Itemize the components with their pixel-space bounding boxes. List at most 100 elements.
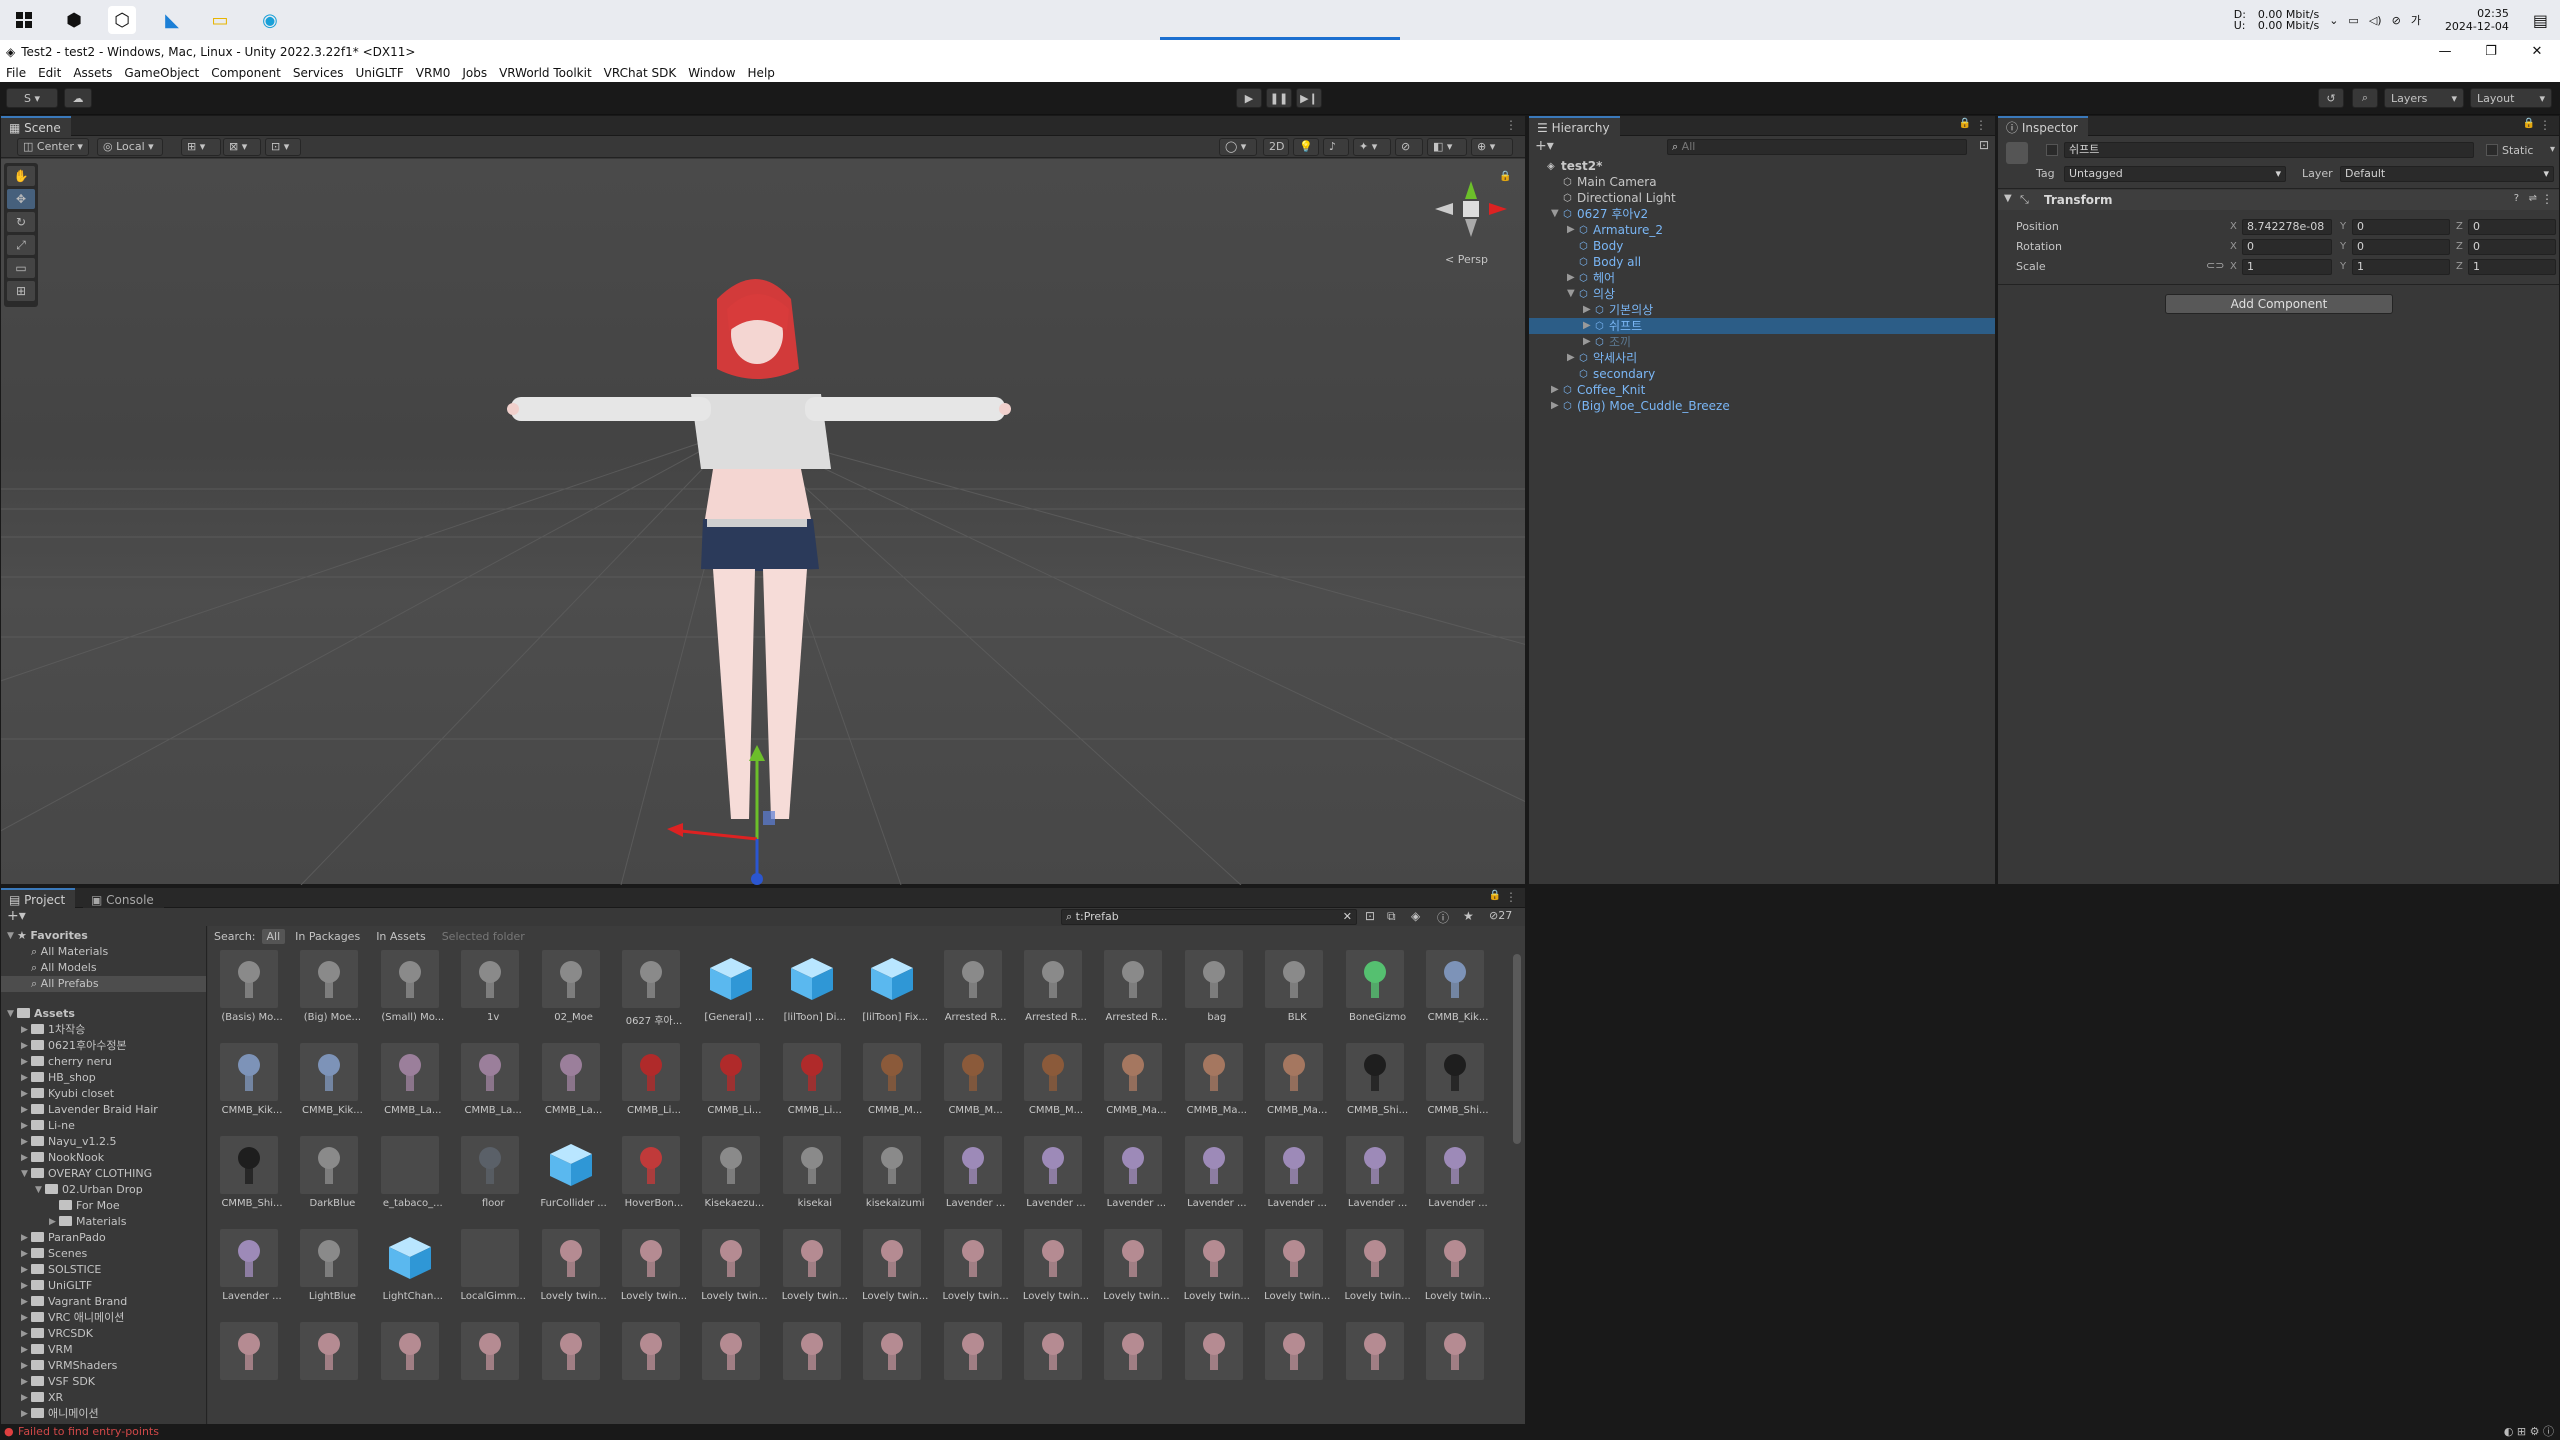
- foldout-arrow-icon[interactable]: ▶: [21, 1246, 28, 1262]
- asset-tile[interactable]: CMMB_La...: [534, 1043, 608, 1133]
- static-dropdown-icon[interactable]: ▾: [2550, 144, 2555, 155]
- asset-tile[interactable]: CMMB_Ma...: [1096, 1043, 1170, 1133]
- scale-tool-icon[interactable]: ⤢: [7, 235, 35, 255]
- asset-tile[interactable]: bag: [1177, 950, 1251, 1040]
- asset-tile[interactable]: Lavender ...: [212, 1229, 286, 1319]
- asset-tile[interactable]: [775, 1322, 849, 1412]
- preset-icon[interactable]: ⇌: [2529, 193, 2537, 204]
- asset-tile[interactable]: DarkBlue: [292, 1136, 366, 1226]
- asset-tile[interactable]: CMMB_Li...: [694, 1043, 768, 1133]
- move-tool-icon[interactable]: ✥: [7, 189, 35, 209]
- tree-folder[interactable]: ▶ 1차작승: [1, 1022, 206, 1038]
- hierarchy-search-input[interactable]: ⌕ All: [1667, 139, 1967, 155]
- foldout-arrow-icon[interactable]: ▶: [21, 1294, 28, 1310]
- asset-tile[interactable]: CMMB_Ma...: [1177, 1043, 1251, 1133]
- asset-tile[interactable]: Lovely twin...: [534, 1229, 608, 1319]
- foldout-arrow-icon[interactable]: ▶: [21, 1374, 28, 1390]
- asset-tile[interactable]: CMMB_Ma...: [1257, 1043, 1331, 1133]
- asset-tile[interactable]: Lavender ...: [936, 1136, 1010, 1226]
- hand-tool-icon[interactable]: ✋: [7, 166, 35, 186]
- tree-folder[interactable]: ▶ NookNook: [1, 1150, 206, 1166]
- asset-tile[interactable]: [373, 1322, 447, 1412]
- menu-vrchat-sdk[interactable]: VRChat SDK: [598, 66, 683, 80]
- foldout-arrow-icon[interactable]: ▶: [21, 1358, 28, 1374]
- asset-tile[interactable]: [1338, 1322, 1412, 1412]
- asset-tile[interactable]: LocalGimm...: [453, 1229, 527, 1319]
- vertical-scrollbar[interactable]: [1513, 954, 1521, 1144]
- tree-folder[interactable]: ▶ UniGLTF: [1, 1278, 206, 1294]
- lock-icon[interactable]: 🔒: [1499, 171, 1511, 182]
- effects-toggle-icon[interactable]: ✦ ▾: [1353, 138, 1391, 156]
- menu-file[interactable]: File: [0, 66, 32, 80]
- notification-icon[interactable]: ▤: [2533, 11, 2548, 30]
- foldout-arrow-icon[interactable]: ▶: [1567, 222, 1575, 238]
- history-icon[interactable]: ↺: [2318, 88, 2344, 108]
- menu-help[interactable]: Help: [742, 66, 781, 80]
- asset-tile[interactable]: HoverBon...: [614, 1136, 688, 1226]
- hierarchy-row[interactable]: ▼ ⬡ 0627 후아v2: [1529, 206, 1995, 222]
- create-plus-icon[interactable]: +▾: [1535, 138, 1554, 154]
- hierarchy-row[interactable]: ⬡ secondary: [1529, 366, 1995, 382]
- tree-folder[interactable]: ▼ 02.Urban Drop: [1, 1182, 206, 1198]
- asset-tile[interactable]: kisekaizumi: [855, 1136, 929, 1226]
- scope-all[interactable]: All: [261, 928, 286, 944]
- foldout-arrow-icon[interactable]: ▶: [21, 1278, 28, 1294]
- chevron-up-icon[interactable]: ⌄: [2329, 14, 2338, 27]
- layout-dropdown[interactable]: Layout ▾: [2470, 88, 2552, 108]
- minimize-icon[interactable]: —: [2422, 40, 2468, 64]
- unity-editor-icon[interactable]: ⬡: [108, 6, 136, 34]
- more-options-icon[interactable]: ⋮: [1975, 118, 1987, 132]
- camera-settings-icon[interactable]: ◧ ▾: [1427, 138, 1467, 156]
- menu-unigltf[interactable]: UniGLTF: [350, 66, 410, 80]
- static-checkbox[interactable]: [2486, 144, 2498, 156]
- scope-in-packages[interactable]: In Packages: [295, 930, 360, 943]
- tree-folder[interactable]: For Moe: [1, 1198, 206, 1214]
- tree-favorites[interactable]: ▼ ★ Favorites: [1, 928, 206, 944]
- grid-visibility-icon[interactable]: ⊠ ▾: [223, 138, 261, 156]
- asset-tile[interactable]: [1016, 1322, 1090, 1412]
- asset-tile[interactable]: Lovely twin...: [694, 1229, 768, 1319]
- foldout-arrow-icon[interactable]: ▶: [21, 1134, 28, 1150]
- tree-folder[interactable]: ▶ XR: [1, 1390, 206, 1406]
- asset-tile[interactable]: Arrested R...: [1016, 950, 1090, 1040]
- asset-tile[interactable]: CMMB_Kik...: [212, 1043, 286, 1133]
- transform-tool-icon[interactable]: ⊞: [7, 281, 35, 301]
- asset-tile[interactable]: [534, 1322, 608, 1412]
- search-by-label-icon[interactable]: ⧉: [1387, 909, 1396, 924]
- asset-tile[interactable]: [292, 1322, 366, 1412]
- ime-icon[interactable]: 가: [2411, 12, 2421, 28]
- menu-window[interactable]: Window: [682, 66, 741, 80]
- asset-tile[interactable]: [1096, 1322, 1170, 1412]
- status-icons[interactable]: ◐ ⊞ ⚙ ⓘ: [2504, 1424, 2554, 1440]
- asset-tile[interactable]: [General] ...: [694, 950, 768, 1040]
- tree-favorite-item[interactable]: ⌕ All Prefabs: [1, 976, 206, 992]
- asset-tile[interactable]: [855, 1322, 929, 1412]
- asset-tile[interactable]: Lovely twin...: [855, 1229, 929, 1319]
- hierarchy-row[interactable]: ▶ ⬡ 쉬프트: [1529, 318, 1995, 334]
- layer-dropdown[interactable]: Default ▾: [2340, 166, 2554, 182]
- foldout-arrow-icon[interactable]: ▶: [21, 1326, 28, 1342]
- tree-folder[interactable]: ▶ cherry neru: [1, 1054, 206, 1070]
- asset-tile[interactable]: CMMB_Li...: [775, 1043, 849, 1133]
- scene-viewport[interactable]: ✋ ✥ ↻ ⤢ ▭ ⊞ 🔒 < Persp: [1, 159, 1525, 885]
- asset-tile[interactable]: CMMB_M...: [1016, 1043, 1090, 1133]
- menu-vrworld-toolkit[interactable]: VRWorld Toolkit: [493, 66, 598, 80]
- tree-folder[interactable]: ▶ ParanPado: [1, 1230, 206, 1246]
- foldout-arrow-icon[interactable]: ▼: [35, 1182, 42, 1198]
- hierarchy-row[interactable]: ⬡ Body all: [1529, 254, 1995, 270]
- asset-tile[interactable]: LightChan...: [373, 1229, 447, 1319]
- asset-tile[interactable]: [lilToon] Fix...: [855, 950, 929, 1040]
- asset-tile[interactable]: Lavender ...: [1177, 1136, 1251, 1226]
- favorite-star-icon[interactable]: ★: [1463, 909, 1474, 923]
- asset-tile[interactable]: CMMB_Li...: [614, 1043, 688, 1133]
- foldout-arrow-icon[interactable]: ▼: [1567, 286, 1575, 302]
- tree-folder[interactable]: ▶ Scenes: [1, 1246, 206, 1262]
- menu-component[interactable]: Component: [205, 66, 287, 80]
- foldout-arrow-icon[interactable]: ▶: [21, 1150, 28, 1166]
- more-options-icon[interactable]: ⋮: [2539, 118, 2551, 132]
- asset-tile[interactable]: 02_Moe: [534, 950, 608, 1040]
- asset-tile[interactable]: Lavender ...: [1418, 1136, 1492, 1226]
- hierarchy-row[interactable]: ⬡ Directional Light: [1529, 190, 1995, 206]
- foldout-arrow-icon[interactable]: ▶: [21, 1390, 28, 1406]
- foldout-arrow-icon[interactable]: ▼: [7, 1006, 14, 1022]
